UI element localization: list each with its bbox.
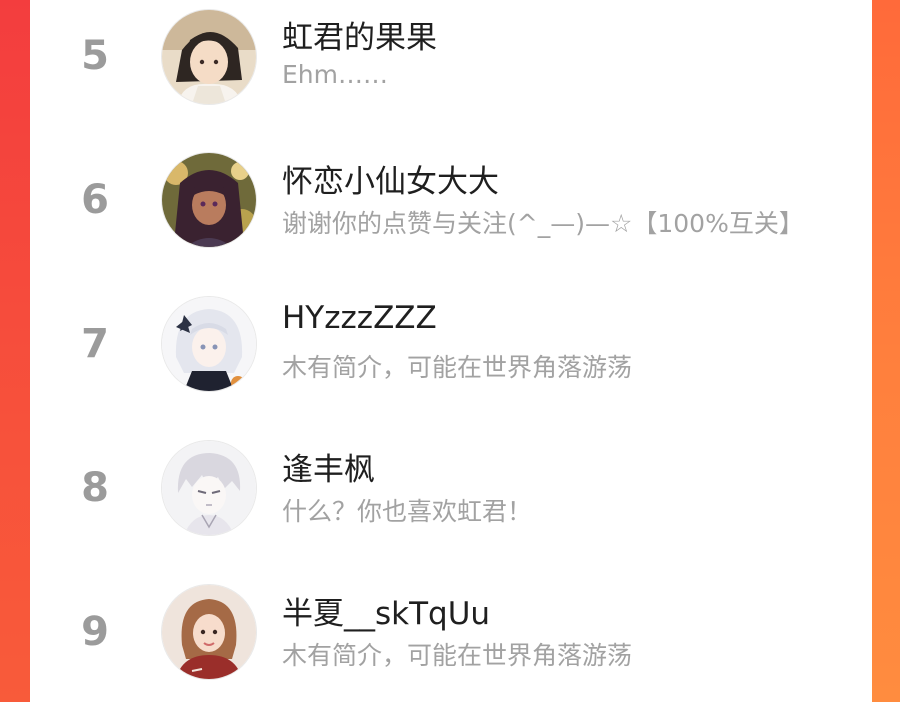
ranking-list: 5 虹君的果果 Ehm…… 6 怀恋小仙女大大 谢谢你的点赞与关注(^_—)—☆…	[30, 0, 872, 702]
rank-number: 6	[81, 177, 109, 223]
avatar-anime-boy-icon[interactable]	[162, 10, 256, 104]
user-name: 半夏__skTqUu	[282, 596, 491, 632]
list-item[interactable]: 6 怀恋小仙女大大 谢谢你的点赞与关注(^_—)—☆【100%互关】	[30, 143, 872, 263]
background-left-edge	[0, 0, 30, 702]
user-bio: 谢谢你的点赞与关注(^_—)—☆【100%互关】	[282, 209, 804, 238]
user-bio: 木有简介，可能在世界角落游荡	[282, 353, 633, 382]
user-bio: 木有简介，可能在世界角落游荡	[282, 641, 633, 670]
avatar-anime-girl-flowers-icon[interactable]	[162, 153, 256, 247]
avatar-photo-girl-icon[interactable]	[162, 585, 256, 679]
user-name: 虹君的果果	[282, 20, 437, 56]
background-right-edge	[872, 0, 900, 702]
user-name: HYzzzZZZ	[282, 300, 437, 336]
rank-number: 7	[81, 321, 109, 367]
list-item[interactable]: 5 虹君的果果 Ehm……	[30, 0, 872, 120]
user-name: 怀恋小仙女大大	[282, 164, 499, 200]
list-item[interactable]: 8 逢丰枫 什么？你也喜欢虹君！	[30, 431, 872, 551]
list-item[interactable]: 9 半夏__skTqUu 木有简介，可能在世界角落游荡	[30, 575, 872, 695]
user-name: 逢丰枫	[282, 452, 375, 488]
avatar-anime-white-hair-icon[interactable]	[162, 297, 256, 391]
list-item[interactable]: 7 HYzzzZZZ 木有简介，可能在世界角落游荡	[30, 287, 872, 407]
user-bio: 什么？你也喜欢虹君！	[282, 497, 533, 526]
user-bio: Ehm……	[282, 60, 388, 89]
avatar-anime-sketch-icon[interactable]	[162, 441, 256, 535]
rank-number: 8	[81, 465, 109, 511]
rank-number: 5	[81, 33, 109, 79]
rank-number: 9	[81, 609, 109, 655]
